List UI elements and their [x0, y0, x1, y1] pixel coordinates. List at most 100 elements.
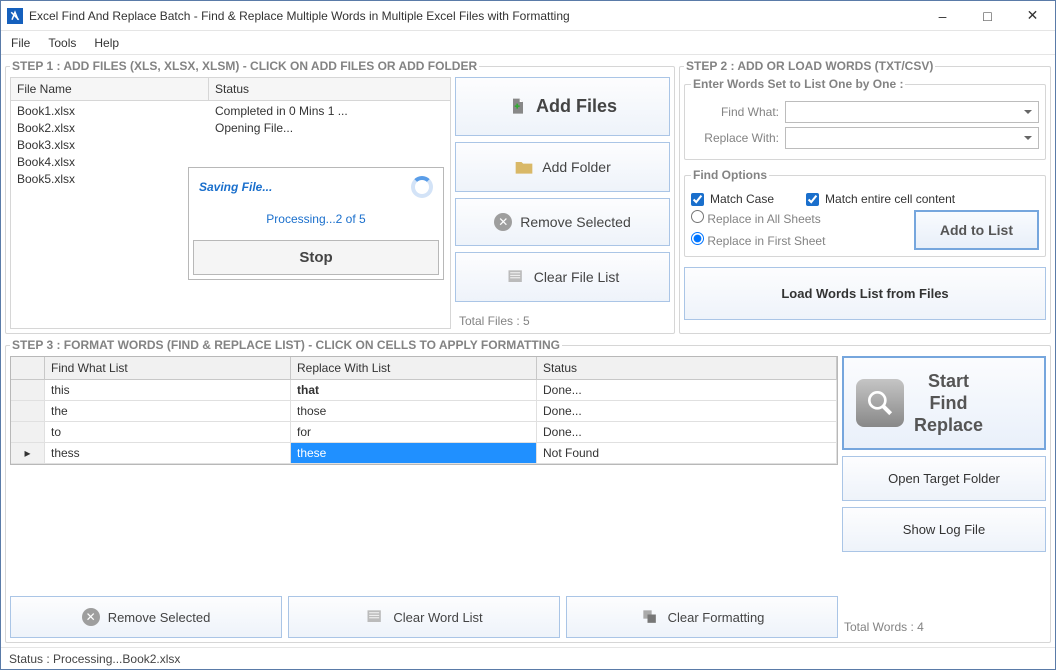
cell-status: Done... — [537, 380, 837, 400]
clear-word-list-button[interactable]: Clear Word List — [288, 596, 560, 638]
cell-replace[interactable]: those — [291, 401, 537, 421]
file-list-header: File Name Status — [11, 78, 450, 101]
cell-find[interactable]: this — [45, 380, 291, 400]
file-name: Book1.xlsx — [17, 103, 215, 120]
step1-panel: STEP 1 : ADD FILES (XLS, XLSX, XLSM) - C… — [5, 59, 675, 334]
remove-selected-button[interactable]: ✕ Remove Selected — [455, 198, 670, 246]
add-folder-icon — [514, 157, 534, 177]
step1-buttons: Add Files Add Folder ✕ Remove Selected C… — [455, 77, 670, 329]
step3-legend: STEP 3 : FORMAT WORDS (FIND & REPLACE LI… — [10, 338, 562, 352]
file-row[interactable]: Book1.xlsxCompleted in 0 Mins 1 ... — [11, 103, 450, 120]
remove-icon: ✕ — [494, 213, 512, 231]
enter-words-legend: Enter Words Set to List One by One : — [691, 77, 905, 91]
clear-file-list-button[interactable]: Clear File List — [455, 252, 670, 302]
step3-button-row: ✕ Remove Selected Clear Word List Clear … — [10, 596, 838, 638]
file-name: Book4.xlsx — [17, 154, 215, 171]
cell-replace[interactable]: for — [291, 422, 537, 442]
radio-first-sheet[interactable]: Replace in First Sheet — [691, 232, 825, 248]
grid-header: Find What List Replace With List Status — [11, 357, 837, 380]
file-status: Completed in 0 Mins 1 ... — [215, 103, 444, 120]
clear-word-list-icon — [365, 607, 385, 627]
start-label: StartFindReplace — [914, 370, 983, 436]
cell-replace[interactable]: these — [291, 443, 537, 463]
word-grid[interactable]: Find What List Replace With List Status … — [10, 356, 838, 465]
menu-file[interactable]: File — [11, 36, 30, 50]
match-case-label: Match Case — [710, 192, 774, 206]
match-entire-checkbox[interactable] — [806, 193, 819, 206]
cell-find[interactable]: the — [45, 401, 291, 421]
spinner-icon — [411, 176, 433, 198]
add-to-list-button[interactable]: Add to List — [914, 210, 1039, 250]
step1-legend: STEP 1 : ADD FILES (XLS, XLSX, XLSM) - C… — [10, 59, 479, 73]
clear-formatting-icon — [640, 607, 660, 627]
file-list-wrap: File Name Status Book1.xlsxCompleted in … — [10, 77, 451, 329]
top-row: STEP 1 : ADD FILES (XLS, XLSX, XLSM) - C… — [5, 59, 1051, 334]
col-find-what[interactable]: Find What List — [45, 357, 291, 379]
row-selector — [11, 401, 45, 421]
grid-area: Find What List Replace With List Status … — [10, 356, 838, 638]
row-selector: ▸ — [11, 443, 45, 463]
find-what-row: Find What: — [691, 101, 1039, 123]
cell-replace[interactable]: that — [291, 380, 537, 400]
step2-legend: STEP 2 : ADD OR LOAD WORDS (TXT/CSV) — [684, 59, 935, 73]
grid-row[interactable]: ▸thesstheseNot Found — [11, 443, 837, 464]
enter-words-group: Enter Words Set to List One by One : Fin… — [684, 77, 1046, 160]
app-icon — [7, 8, 23, 24]
file-name: Book5.xlsx — [17, 171, 215, 188]
add-folder-button[interactable]: Add Folder — [455, 142, 670, 192]
grid-header-selector — [11, 357, 45, 379]
remove-selected-word-button[interactable]: ✕ Remove Selected — [10, 596, 282, 638]
clear-file-list-label: Clear File List — [534, 269, 620, 285]
grid-row[interactable]: thethoseDone... — [11, 401, 837, 422]
checkbox-row: Match Case Match entire cell content — [691, 192, 1039, 206]
load-words-button[interactable]: Load Words List from Files — [684, 267, 1046, 320]
col-replace-with[interactable]: Replace With List — [291, 357, 537, 379]
find-what-combo[interactable] — [785, 101, 1039, 123]
minimize-button[interactable]: – — [920, 1, 965, 31]
step3-body: Find What List Replace With List Status … — [10, 356, 1046, 638]
start-find-replace-button[interactable]: StartFindReplace — [842, 356, 1046, 450]
cell-status: Done... — [537, 401, 837, 421]
maximize-button[interactable]: □ — [965, 1, 1010, 31]
window-title: Excel Find And Replace Batch - Find & Re… — [29, 9, 920, 23]
remove-selected-label: Remove Selected — [520, 214, 631, 230]
window-controls: – □ ✕ — [920, 1, 1055, 31]
col-file-name[interactable]: File Name — [11, 78, 209, 100]
menu-tools[interactable]: Tools — [48, 36, 76, 50]
match-case-checkbox[interactable] — [691, 193, 704, 206]
progress-dialog: Saving File... Processing...2 of 5 Stop — [188, 167, 444, 280]
step3-panel: STEP 3 : FORMAT WORDS (FIND & REPLACE LI… — [5, 338, 1051, 643]
progress-title: Saving File... — [199, 180, 272, 194]
radio-all-sheets[interactable]: Replace in All Sheets — [691, 210, 825, 226]
radio-col: Replace in All Sheets Replace in First S… — [691, 210, 825, 250]
show-log-file-button[interactable]: Show Log File — [842, 507, 1046, 552]
replace-with-label: Replace With: — [691, 131, 779, 145]
total-files-label: Total Files : 5 — [455, 308, 670, 334]
menu-help[interactable]: Help — [94, 36, 119, 50]
radio-add-row: Replace in All Sheets Replace in First S… — [691, 210, 1039, 250]
stop-button[interactable]: Stop — [193, 240, 439, 275]
close-button[interactable]: ✕ — [1010, 1, 1055, 31]
open-target-folder-button[interactable]: Open Target Folder — [842, 456, 1046, 501]
cell-status: Done... — [537, 422, 837, 442]
find-options-group: Find Options Match Case Match entire cel… — [684, 168, 1046, 257]
grid-row[interactable]: thisthatDone... — [11, 380, 837, 401]
file-status — [215, 137, 444, 154]
replace-with-row: Replace With: — [691, 127, 1039, 149]
clear-formatting-label: Clear Formatting — [668, 610, 765, 625]
file-row[interactable]: Book2.xlsxOpening File... — [11, 120, 450, 137]
cell-status: Not Found — [537, 443, 837, 463]
remove-icon: ✕ — [82, 608, 100, 626]
add-files-button[interactable]: Add Files — [455, 77, 670, 136]
file-name: Book3.xlsx — [17, 137, 215, 154]
col-status[interactable]: Status — [537, 357, 837, 379]
replace-with-combo[interactable] — [785, 127, 1039, 149]
match-entire-label: Match entire cell content — [825, 192, 955, 206]
window: Excel Find And Replace Batch - Find & Re… — [0, 0, 1056, 670]
grid-row[interactable]: toforDone... — [11, 422, 837, 443]
clear-formatting-button[interactable]: Clear Formatting — [566, 596, 838, 638]
cell-find[interactable]: to — [45, 422, 291, 442]
cell-find[interactable]: thess — [45, 443, 291, 463]
file-row[interactable]: Book3.xlsx — [11, 137, 450, 154]
col-status[interactable]: Status — [209, 78, 450, 100]
